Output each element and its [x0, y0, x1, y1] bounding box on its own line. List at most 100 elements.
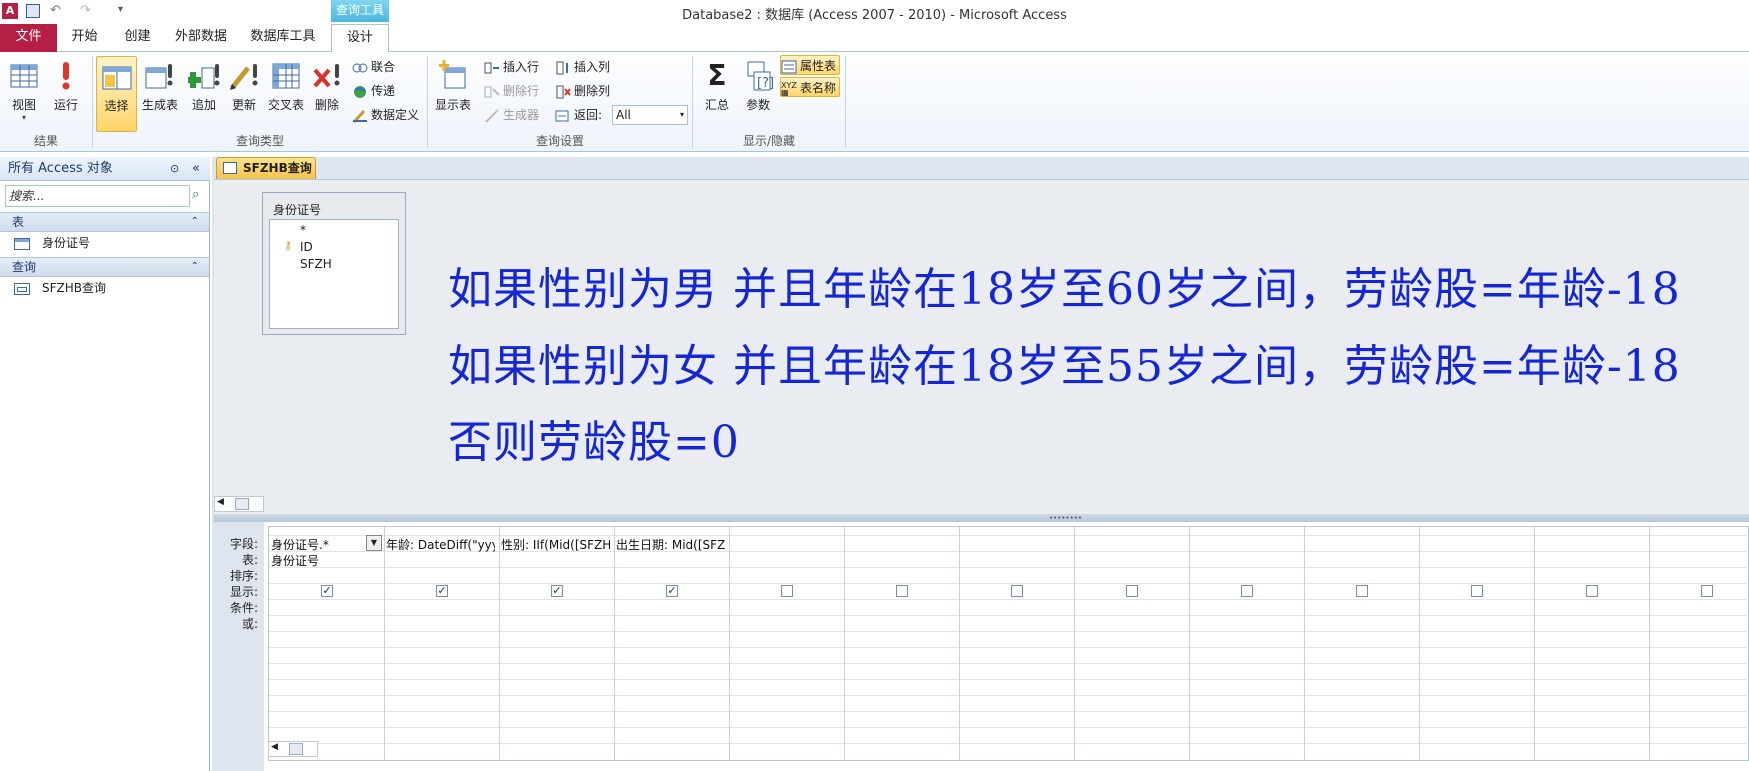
show-checkbox[interactable]: ✓: [436, 585, 448, 597]
tab-design[interactable]: 设计: [331, 24, 389, 53]
nav-search-input[interactable]: 搜索...: [5, 185, 190, 207]
document-tab-label: SFZHB查询: [243, 161, 312, 175]
annotation-line: 如果性别为男 并且年龄在18岁至60岁之间，劳龄股=年龄-18: [448, 264, 1681, 315]
data-definition-button[interactable]: 数据定义: [352, 105, 419, 125]
scroll-left-icon[interactable]: ◀: [217, 497, 224, 507]
tab-external-data[interactable]: 外部数据: [168, 24, 234, 52]
view-dropdown-icon: ▾: [21, 113, 26, 122]
scroll-left-icon[interactable]: ◀: [271, 742, 278, 752]
insert-column-button[interactable]: 插入列: [555, 57, 610, 77]
field-list-item[interactable]: *: [300, 223, 306, 237]
show-table-label: 显示表: [434, 98, 471, 112]
grid-field-cell[interactable]: 身份证号.*: [271, 536, 380, 553]
nav-header[interactable]: 所有 Access 对象 ⊙ «: [0, 157, 210, 181]
field-dropdown-icon[interactable]: ▼: [366, 535, 382, 551]
show-checkbox[interactable]: ✓: [666, 585, 678, 597]
crosstab-button[interactable]: 交叉表: [264, 56, 308, 128]
table-names-button[interactable]: XYZ ▦ 表名称: [780, 77, 841, 97]
show-checkbox[interactable]: [1126, 585, 1138, 597]
insert-row-button[interactable]: 插入行: [484, 57, 539, 77]
make-table-button[interactable]: 生成表: [138, 56, 182, 128]
update-button[interactable]: 更新: [224, 56, 264, 128]
grid-field-cell[interactable]: 年龄: DateDiff("yyy: [386, 536, 495, 553]
grid-row-line: [269, 631, 1749, 632]
show-checkbox[interactable]: [1356, 585, 1368, 597]
select-query-button[interactable]: 选择: [96, 56, 137, 132]
grid-table-cell[interactable]: 身份证号: [271, 552, 380, 569]
totals-button[interactable]: Σ 汇总: [697, 56, 737, 128]
grid-column-line: [844, 527, 845, 760]
show-checkbox[interactable]: [781, 585, 793, 597]
run-exclamation-icon: [50, 60, 82, 92]
builder-button[interactable]: 生成器: [484, 105, 539, 125]
view-button[interactable]: 视图 ▾: [4, 56, 44, 128]
pass-through-button[interactable]: 传递: [352, 81, 395, 101]
grid-column-line: [1534, 527, 1535, 760]
query-icon-inner: [17, 286, 27, 292]
make-table-label: 生成表: [141, 98, 178, 112]
show-checkbox[interactable]: [1701, 585, 1713, 597]
data-definition-icon: [352, 109, 368, 123]
crosstab-label: 交叉表: [267, 98, 304, 112]
tab-database-tools[interactable]: 数据库工具: [245, 24, 321, 52]
property-sheet-icon: [781, 60, 797, 74]
show-checkbox[interactable]: [1241, 585, 1253, 597]
show-checkbox[interactable]: [1011, 585, 1023, 597]
row-label-sort: 排序:: [229, 569, 258, 583]
query-type-group-label: 查询类型: [235, 134, 284, 148]
collapse-pane-icon[interactable]: «: [192, 157, 200, 181]
data-definition-label: 数据定义: [371, 108, 420, 122]
union-button[interactable]: 联合: [352, 57, 395, 77]
show-checkbox[interactable]: [896, 585, 908, 597]
document-tab[interactable]: SFZHB查询: [216, 157, 316, 179]
pane-splitter[interactable]: ••••••••: [214, 514, 1749, 522]
return-control: 返回:: [555, 105, 602, 125]
nav-item-query-sfzhb[interactable]: SFZHB查询: [14, 278, 106, 298]
view-label: 视图: [11, 98, 36, 112]
query-icon: [14, 282, 30, 295]
show-checkbox[interactable]: [1586, 585, 1598, 597]
delete-row-button[interactable]: 删除行: [484, 81, 539, 101]
return-select[interactable]: All ▾: [612, 105, 688, 125]
tab-create[interactable]: 创建: [115, 24, 160, 52]
append-icon: [185, 60, 220, 92]
show-checkbox[interactable]: ✓: [551, 585, 563, 597]
tab-home[interactable]: 开始: [62, 24, 107, 52]
nav-item-table-sfzh[interactable]: 身份证号: [14, 233, 90, 253]
grid-field-cell[interactable]: 性别: IIf(Mid([SFZH: [501, 536, 610, 553]
field-list-table[interactable]: 身份证号 * ⚷ ID SFZH: [262, 192, 406, 335]
field-list-item[interactable]: SFZH: [300, 257, 332, 271]
return-icon: [555, 109, 571, 123]
show-table-button[interactable]: 显示表: [431, 56, 475, 128]
show-checkbox[interactable]: [1471, 585, 1483, 597]
run-button[interactable]: 运行: [46, 56, 86, 128]
field-list: * ⚷ ID SFZH: [269, 219, 399, 329]
grid-column-line: [1419, 527, 1420, 760]
property-sheet-button[interactable]: 属性表: [780, 55, 841, 75]
field-list-item[interactable]: ID: [300, 240, 313, 254]
grid-field-cell[interactable]: 出生日期: Mid([SFZH: [616, 536, 725, 553]
nav-section-tables[interactable]: 表 ⌃: [0, 212, 209, 232]
nav-search-placeholder: 搜索...: [9, 189, 45, 203]
delete-column-button[interactable]: 删除列: [555, 81, 610, 101]
splitter-grip-icon[interactable]: ••••••••: [1049, 514, 1082, 522]
grid-column-line: [1304, 527, 1305, 760]
grid-row-line: [269, 567, 1749, 568]
svg-text:[?]: [?]: [757, 76, 774, 91]
upper-horizontal-scrollbar[interactable]: ◀: [214, 496, 264, 512]
parameters-button[interactable]: [?] 参数: [738, 56, 778, 128]
window-title: Database2 : 数据库 (Access 2007 - 2010) - M…: [682, 8, 1067, 23]
table-icon: [14, 237, 30, 250]
show-checkbox[interactable]: ✓: [321, 585, 333, 597]
nav-section-queries[interactable]: 查询 ⌃: [0, 257, 209, 277]
tab-file[interactable]: 文件: [0, 24, 57, 52]
nav-section-label: 查询: [12, 260, 37, 274]
nav-menu-chevron-icon[interactable]: ⊙: [170, 157, 179, 181]
search-icon[interactable]: ⌕: [192, 187, 199, 202]
append-button[interactable]: 追加: [184, 56, 224, 128]
scroll-thumb[interactable]: [235, 498, 249, 510]
field-list-title[interactable]: 身份证号: [273, 201, 321, 218]
grid-horizontal-scrollbar[interactable]: ◀: [268, 741, 318, 757]
delete-query-button[interactable]: 删除: [307, 56, 347, 128]
scroll-thumb[interactable]: [289, 743, 303, 755]
